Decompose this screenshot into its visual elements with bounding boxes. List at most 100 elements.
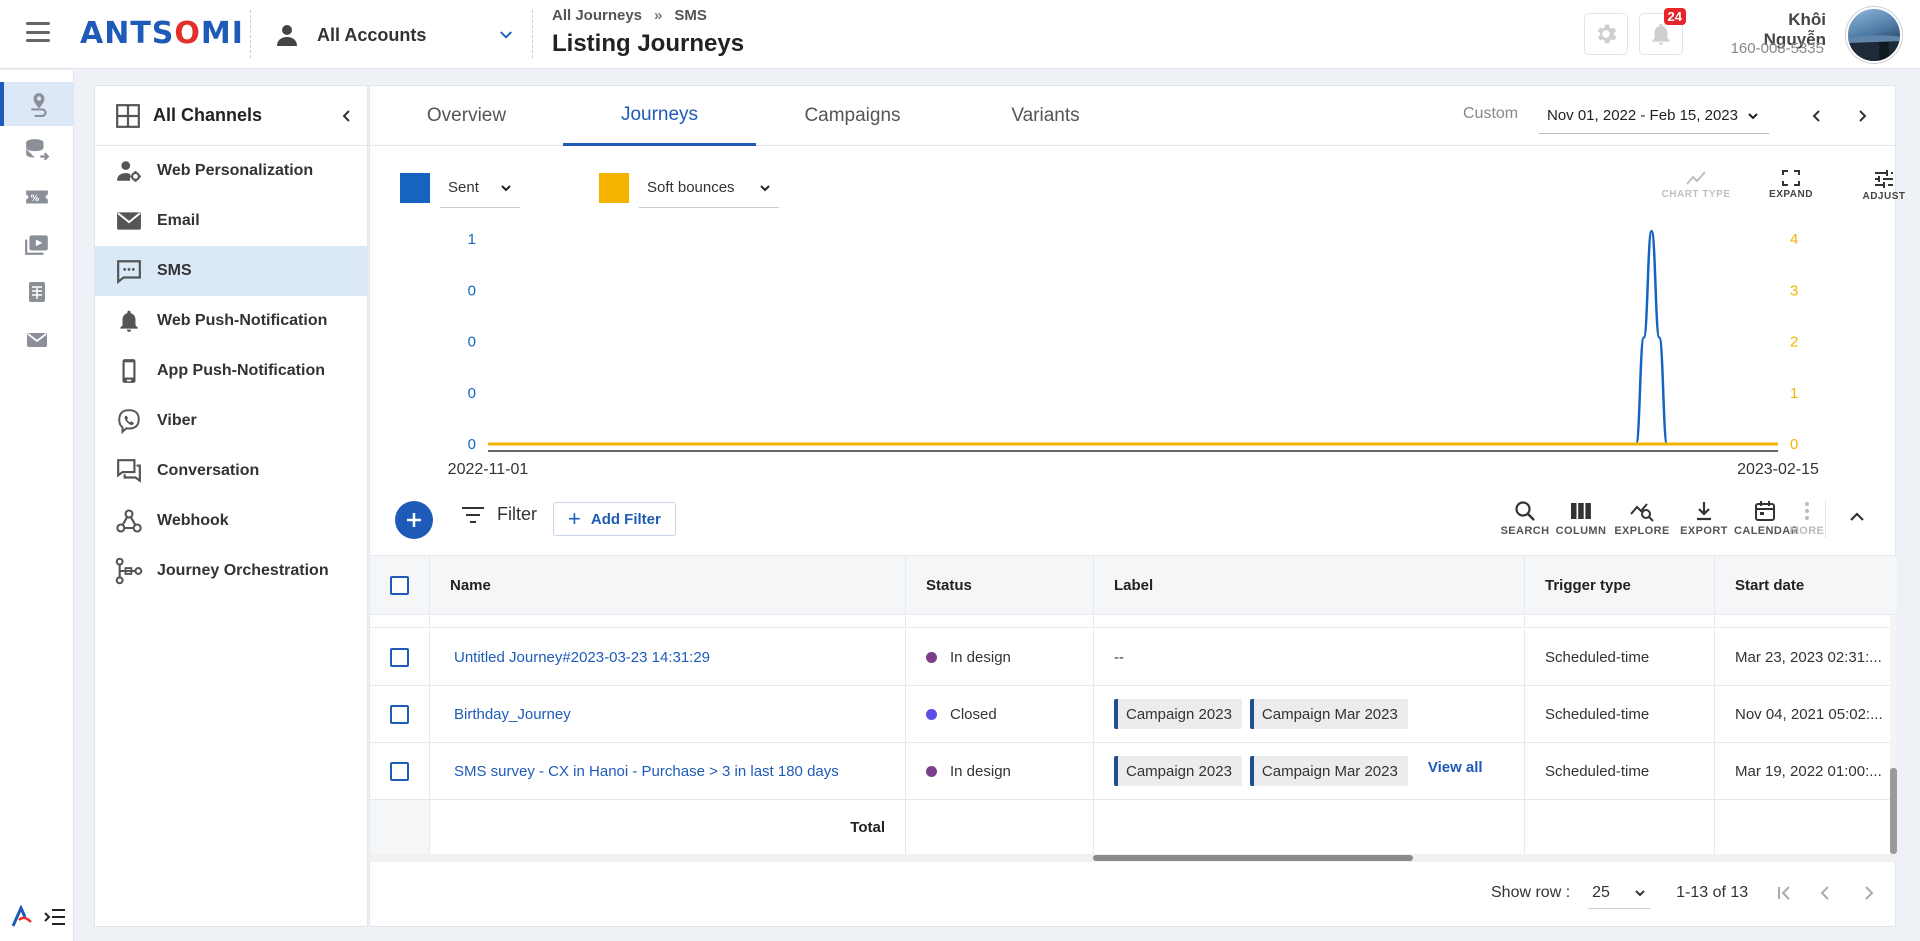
next-period-button[interactable] xyxy=(1850,104,1874,128)
mail-icon xyxy=(27,333,47,347)
search-button[interactable]: SEARCH xyxy=(1494,500,1556,537)
table-row[interactable]: SMS survey - CX in Hanoi - Purchase > 3 … xyxy=(370,743,1897,800)
antsomi-mark-icon[interactable] xyxy=(10,905,34,929)
channel-journey-orchestration[interactable]: Journey Orchestration xyxy=(95,546,367,596)
channel-email[interactable]: Email xyxy=(95,196,367,246)
channel-viber[interactable]: Viber xyxy=(95,396,367,446)
collapse-chart-button[interactable] xyxy=(1835,508,1879,529)
chevron-right-icon xyxy=(1859,110,1867,122)
phone-icon xyxy=(122,359,136,383)
metric-left-dropdown[interactable]: Sent xyxy=(440,168,520,208)
export-button[interactable]: EXPORT xyxy=(1673,500,1735,537)
select-all-checkbox[interactable] xyxy=(390,575,409,595)
menu-icon[interactable] xyxy=(24,20,52,44)
y-right-tick-label: 0 xyxy=(1790,436,1798,453)
breadcrumb-sms[interactable]: SMS xyxy=(674,7,707,24)
svg-text:%: % xyxy=(31,194,40,204)
add-filter-button[interactable]: + Add Filter xyxy=(553,502,676,536)
rows-per-page-select[interactable]: 25 xyxy=(1588,877,1651,909)
rail-mail[interactable] xyxy=(0,318,74,362)
row-checkbox[interactable] xyxy=(390,704,409,724)
divider xyxy=(532,10,533,58)
custom-label: Custom xyxy=(1463,105,1519,122)
rail-journey[interactable] xyxy=(0,82,74,126)
row-checkbox[interactable] xyxy=(390,761,409,781)
prev-page-button[interactable] xyxy=(1810,878,1840,908)
label-tag[interactable]: Campaign Mar 2023 xyxy=(1249,699,1408,729)
column-name[interactable]: Name xyxy=(430,556,906,614)
trigger-type: Scheduled-time xyxy=(1545,705,1650,723)
calendar-button[interactable]: CALENDAR xyxy=(1734,500,1799,537)
rail-table[interactable] xyxy=(0,270,74,314)
row-checkbox[interactable] xyxy=(390,647,409,667)
more-button[interactable]: MORE xyxy=(1789,500,1825,537)
collapse-panel-button[interactable] xyxy=(327,96,367,136)
prev-period-button[interactable] xyxy=(1805,104,1829,128)
page-range: 1-13 of 13 xyxy=(1676,884,1749,901)
expand-menu-icon[interactable] xyxy=(44,908,66,926)
explore-label: EXPLORE xyxy=(1614,525,1670,537)
view-all-labels-link[interactable]: View all xyxy=(1428,759,1483,776)
channel-webhook[interactable]: Webhook xyxy=(95,496,367,546)
adjust-button[interactable]: ADJUST xyxy=(1844,169,1920,202)
journey-name-link[interactable]: SMS survey - CX in Hanoi - Purchase > 3 … xyxy=(450,763,839,780)
rail-media[interactable] xyxy=(0,222,74,266)
metric-right-dropdown[interactable]: Soft bounces xyxy=(639,168,779,208)
label-tag[interactable]: Campaign 2023 xyxy=(1114,699,1242,729)
date-range-picker[interactable]: Nov 01, 2022 - Feb 15, 2023 xyxy=(1539,98,1769,134)
journey-name-link[interactable]: Birthday_Journey xyxy=(450,706,571,723)
notifications-button[interactable]: 24 xyxy=(1639,8,1686,55)
avatar[interactable] xyxy=(1846,7,1902,63)
channel-label: Email xyxy=(157,212,200,229)
tab-journeys[interactable]: Journeys xyxy=(563,86,756,146)
channel-conversation[interactable]: Conversation xyxy=(95,446,367,496)
tab-campaigns[interactable]: Campaigns xyxy=(756,86,949,146)
vertical-scrollbar[interactable] xyxy=(1890,615,1897,854)
total-label: Total xyxy=(850,819,885,836)
series-line-sent[interactable] xyxy=(488,229,1778,446)
first-page-button[interactable] xyxy=(1770,878,1800,908)
metric-right-swatch xyxy=(599,173,629,203)
horizontal-scrollbar[interactable] xyxy=(370,854,1897,862)
rail-data[interactable] xyxy=(0,128,74,172)
filter-button[interactable]: Filter xyxy=(461,504,537,525)
show-row-label: Show row : xyxy=(1491,884,1571,901)
expand-button[interactable]: EXPAND xyxy=(1751,169,1831,200)
rail-ticket[interactable]: % xyxy=(0,175,74,219)
tab-variants[interactable]: Variants xyxy=(949,86,1142,146)
user-gear-icon xyxy=(117,161,141,182)
channel-app-push[interactable]: App Push-Notification xyxy=(95,346,367,396)
channel-sms[interactable]: SMS xyxy=(95,246,367,296)
column-label[interactable]: Label xyxy=(1094,556,1525,614)
column-button[interactable]: COLUMN xyxy=(1550,500,1612,537)
channel-web-push[interactable]: Web Push-Notification xyxy=(95,296,367,346)
metric-right-selector: Soft bounces xyxy=(599,168,779,208)
rail-footer xyxy=(10,905,66,929)
column-status[interactable]: Status xyxy=(906,556,1094,614)
journey-name-link[interactable]: Untitled Journey#2023-03-23 14:31:29 xyxy=(450,649,710,666)
antsomi-logo[interactable]: ANTSOMI xyxy=(80,16,244,51)
table-row[interactable]: Untitled Journey#2023-03-23 14:31:29 In … xyxy=(370,629,1897,686)
account-selector[interactable]: All Accounts xyxy=(275,18,515,52)
add-journey-button[interactable] xyxy=(395,501,433,539)
chart-type-button[interactable]: CHART TYPE xyxy=(1656,169,1736,200)
tab-overview[interactable]: Overview xyxy=(370,86,563,146)
all-channels-header[interactable]: All Channels xyxy=(95,86,367,146)
label-tag[interactable]: Campaign 2023 xyxy=(1114,756,1242,786)
column-start-date[interactable]: Start date xyxy=(1715,556,1897,614)
scrollbar-thumb[interactable] xyxy=(1093,855,1413,861)
label-tag[interactable]: Campaign Mar 2023 xyxy=(1249,756,1408,786)
y-left-tick-label: 0 xyxy=(468,385,476,402)
table-row[interactable]: Birthday_Journey Closed Campaign 2023 Ca… xyxy=(370,686,1897,743)
scrollbar-thumb[interactable] xyxy=(1890,768,1897,854)
next-page-button[interactable] xyxy=(1854,878,1884,908)
channel-web-personalization[interactable]: Web Personalization xyxy=(95,146,367,196)
status-text: Closed xyxy=(950,705,997,723)
channels-panel: All Channels Web Personalization Email S… xyxy=(94,85,368,927)
settings-button[interactable] xyxy=(1584,13,1628,55)
column-trigger-type[interactable]: Trigger type xyxy=(1525,556,1715,614)
y-right-tick-label: 2 xyxy=(1790,334,1798,351)
explore-button[interactable]: EXPLORE xyxy=(1611,500,1673,537)
start-date: Mar 19, 2022 01:00:... xyxy=(1735,762,1882,780)
breadcrumb-all-journeys[interactable]: All Journeys xyxy=(552,7,642,24)
